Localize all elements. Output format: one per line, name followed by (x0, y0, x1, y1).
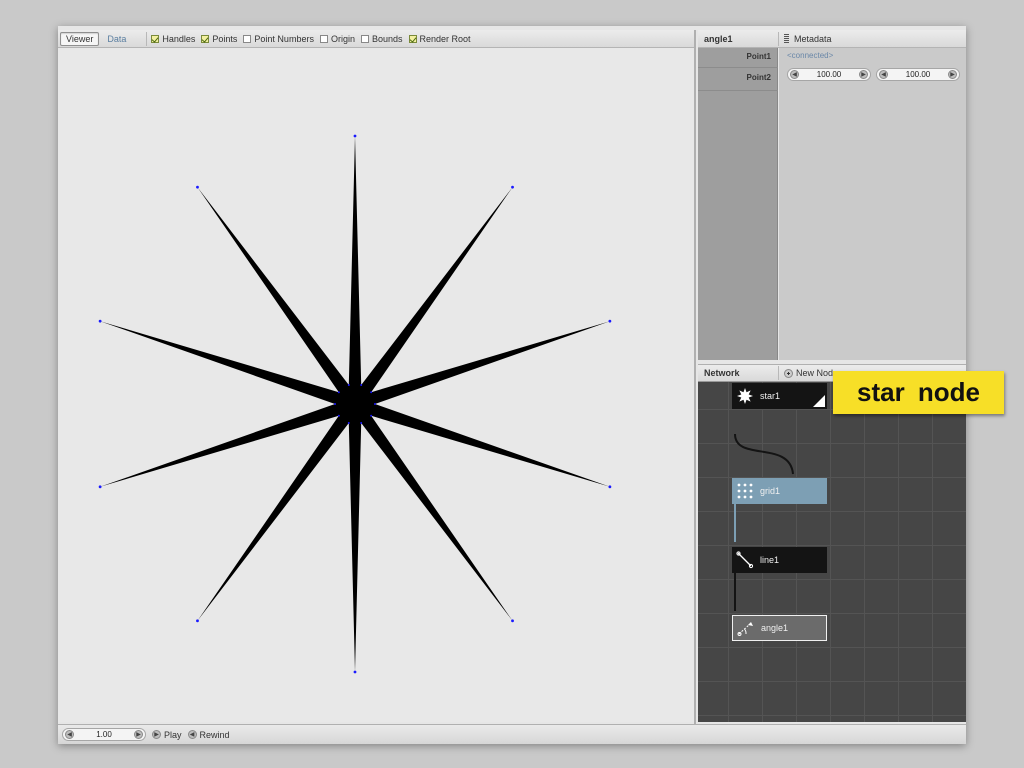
viewer-toolbar: Viewer Data Handles Points Point Numbers… (58, 30, 694, 48)
point-handle[interactable] (608, 485, 612, 489)
point-handle[interactable] (374, 403, 376, 405)
point-handle[interactable] (196, 185, 199, 189)
point-handle[interactable] (608, 319, 612, 323)
network-title: Network (704, 368, 740, 378)
point2-x-field[interactable]: ◀ 100.00 ▶ (787, 68, 871, 81)
panel-splitter[interactable] (694, 30, 696, 724)
line-icon (734, 549, 756, 571)
point-handle[interactable] (337, 391, 340, 394)
point-handle[interactable] (370, 391, 373, 394)
grid-icon (734, 480, 756, 502)
point-handle[interactable] (98, 319, 102, 323)
rewind-icon: ◀ (187, 730, 197, 739)
network-canvas[interactable]: star1 grid1 line1 angle1 (698, 382, 966, 722)
app-window: Viewer Data Handles Points Point Numbers… (58, 26, 966, 744)
point-handle[interactable] (370, 414, 373, 417)
new-node-button[interactable]: New Node (779, 368, 838, 378)
handles-checkbox[interactable] (151, 34, 160, 43)
connection-star-grid (734, 433, 794, 475)
node-star1[interactable]: star1 (732, 383, 827, 409)
bounds-option[interactable]: Bounds (360, 33, 403, 44)
metadata-label: Metadata (794, 33, 832, 44)
point2-x-value[interactable]: 100.00 (799, 70, 859, 79)
render-root-checkbox[interactable] (408, 34, 417, 43)
viewer-canvas[interactable] (58, 48, 694, 722)
point-numbers-label: Point Numbers (254, 33, 314, 44)
star-node-callout: star node (833, 371, 1004, 414)
origin-option[interactable]: Origin (319, 33, 355, 44)
point1-connected-value: <connected> (787, 51, 834, 60)
point-handle[interactable] (334, 403, 336, 405)
point-handle[interactable] (511, 185, 514, 189)
node-star1-label: star1 (760, 391, 781, 401)
origin-label: Origin (330, 33, 355, 44)
point-numbers-option[interactable]: Point Numbers (243, 34, 314, 44)
point-handle[interactable] (347, 383, 350, 386)
parameter-labels-column: Point1 Point2 (698, 48, 778, 360)
new-node-label: New Node (796, 368, 839, 378)
node-angle1-label: angle1 (761, 623, 789, 633)
bounds-label: Bounds (371, 33, 403, 44)
frame-increment-icon[interactable]: ▶ (134, 730, 143, 739)
plus-icon (784, 368, 793, 378)
play-label: Play (164, 729, 182, 740)
handles-label: Handles (162, 33, 196, 44)
point-handle[interactable] (196, 619, 199, 623)
increment-icon[interactable]: ▶ (859, 70, 868, 79)
handles-option[interactable]: Handles (151, 34, 195, 44)
bounds-checkbox[interactable] (360, 34, 369, 43)
node-grid1[interactable]: grid1 (732, 478, 827, 504)
points-option[interactable]: Points (201, 34, 237, 44)
point2-y-field[interactable]: ◀ 100.00 ▶ (876, 68, 960, 81)
metadata-button[interactable]: Metadata (779, 34, 832, 44)
render-root-label: Render Root (419, 33, 471, 44)
row-divider (698, 67, 778, 68)
frame-decrement-icon[interactable]: ◀ (65, 730, 74, 739)
point2-y-value[interactable]: 100.00 (888, 70, 948, 79)
point-numbers-checkbox[interactable] (243, 34, 252, 43)
angle-icon (735, 617, 757, 639)
play-button[interactable]: ▶ Play (152, 730, 182, 740)
point1-label: Point1 (746, 52, 771, 61)
point-handle[interactable] (511, 619, 514, 623)
toolbar-divider (146, 31, 148, 46)
point-handle[interactable] (337, 414, 340, 417)
playback-bar: ◀ 1.00 ▶ ▶ Play ◀ Rewind (58, 724, 966, 744)
render-flag-icon (813, 395, 825, 407)
decrement-icon[interactable]: ◀ (879, 70, 888, 79)
frame-field[interactable]: ◀ 1.00 ▶ (62, 728, 146, 741)
star-shape[interactable] (100, 136, 610, 672)
origin-checkbox[interactable] (319, 34, 328, 43)
point-handle[interactable] (98, 485, 102, 489)
play-icon: ▶ (152, 730, 161, 739)
node-grid1-label: grid1 (760, 486, 781, 496)
row-divider (698, 90, 778, 91)
star-icon (734, 385, 756, 407)
render-root-option[interactable]: Render Root (408, 33, 471, 44)
frame-value[interactable]: 1.00 (74, 730, 134, 739)
tab-viewer[interactable]: Viewer (60, 31, 100, 46)
metadata-icon (784, 34, 789, 43)
point-handle[interactable] (353, 670, 357, 674)
decrement-icon[interactable]: ◀ (790, 70, 799, 79)
parameters-header: angle1 Metadata (698, 30, 966, 48)
point2-label: Point2 (746, 73, 771, 82)
star-shape-svg (98, 134, 612, 674)
node-line1[interactable]: line1 (732, 547, 827, 573)
node-line1-label: line1 (760, 555, 780, 565)
point-handle[interactable] (360, 422, 363, 425)
tab-data[interactable]: Data (101, 32, 132, 46)
node-name-title: angle1 (704, 33, 733, 44)
points-checkbox[interactable] (201, 34, 210, 43)
rewind-label: Rewind (199, 729, 230, 740)
increment-icon[interactable]: ▶ (948, 70, 957, 79)
parameter-values-column: <connected> ◀ 100.00 ▶ ◀ 100.00 ▶ (779, 48, 966, 360)
rewind-button[interactable]: ◀ Rewind (187, 729, 230, 740)
point-handle[interactable] (360, 383, 363, 386)
point-handle[interactable] (353, 134, 357, 138)
points-label: Points (212, 33, 238, 44)
node-angle1[interactable]: angle1 (732, 615, 827, 641)
point-handle[interactable] (347, 422, 350, 425)
